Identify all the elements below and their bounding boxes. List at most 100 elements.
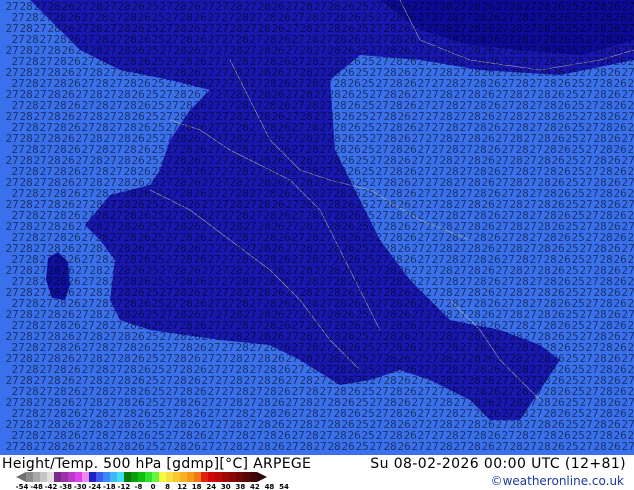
legend-arrow-right [257,472,267,482]
legend-swatch [138,472,145,482]
map-footer: Height/Temp. 500 hPa [gdmp][°C] ARPEGE S… [0,455,634,490]
field-label: 28 [467,440,480,453]
legend-tick: 24 [206,483,217,490]
field-label: 27 [425,440,438,453]
field-label: 27 [159,440,172,453]
legend-swatch [215,472,222,482]
field-label: 27 [215,440,228,453]
legend-swatch [187,472,194,482]
legend-tick: -8 [134,483,143,490]
legend-tick: -48 [30,483,43,490]
field-label: 28 [537,440,550,453]
legend-tick: 42 [250,483,260,490]
temperature-map[interactable]: 27 28 27 28 26 27 28 27 28 26 25 27 28 26 27 27 28 27 28 26… [0,0,634,455]
field-label: 27 [313,440,326,453]
field-label: 27 [523,440,536,453]
field-label: 28 [47,440,60,453]
field-label: 28 [257,440,270,453]
legend-tick: 38 [235,483,246,490]
weather-map-view: 27 28 27 28 26 27 28 27 28 26 25 27 28 26 27 27 28 27 28 26… [0,0,634,490]
legend-tick: 54 [279,483,289,490]
field-label: 26 [481,440,494,453]
legend-swatch [75,472,82,482]
field-label: 28 [19,440,32,453]
field-label: 27 [621,440,634,453]
legend-swatch [131,472,138,482]
legend-swatch [124,472,131,482]
field-label: 27 [285,440,298,453]
field-label: 27 [5,440,18,453]
field-label: 25 [145,440,158,453]
legend-ticks: -54 -48 -42 -38 -30 -24 -18 -12 -8 0 8 12 18 24 30 38 42… [16,483,302,490]
field-label: 28 [383,440,396,453]
field-label: 26 [271,440,284,453]
legend-tick: -18 [103,483,116,490]
legend-tick: 30 [220,483,231,490]
field-value-labels: 27 28 27 28 26 27 28 27 28 26 25 27 28 26 27 27 28 27 28 26… [5,0,634,453]
legend-swatch [201,472,208,482]
legend-tick: -54 [15,483,29,490]
field-label: 27 [103,440,116,453]
field-label: 27 [75,440,88,453]
legend-swatch [145,472,152,482]
legend-swatch [166,472,173,482]
legend-tick: 48 [264,483,275,490]
field-label: 28 [229,440,242,453]
legend-swatch [26,472,33,482]
legend-swatch [250,472,257,482]
legend-tick: 0 [150,483,156,490]
field-label: 26 [397,440,410,453]
map-title: Height/Temp. 500 hPa [gdmp][°C] ARPEGE [2,456,312,472]
legend-tick: -38 [59,483,72,490]
field-label: 28 [509,440,522,453]
field-label: 27 [495,440,508,453]
field-label: 27 [243,440,256,453]
field-label: 28 [173,440,186,453]
legend-swatch [222,472,229,482]
field-label: 27 [33,440,46,453]
field-label: 27 [579,440,592,453]
field-label: 26 [607,440,620,453]
field-label: 28 [117,440,130,453]
legend-swatch [117,472,124,482]
legend-swatch [103,472,110,482]
field-label: 28 [89,440,102,453]
field-label: 28 [439,440,452,453]
legend-tick: -12 [117,483,131,490]
color-legend [16,472,267,482]
legend-swatch [180,472,187,482]
valid-time: Su 08-02-2026 00:00 UTC (12+81) [370,456,626,472]
legend-swatch [89,472,96,482]
legend-swatch [68,472,75,482]
field-label: 28 [299,440,312,453]
field-label: 28 [327,440,340,453]
legend-tick: -30 [73,483,87,490]
field-label: 26 [551,440,564,453]
legend-swatch [243,472,250,482]
legend-tick: 12 [177,483,187,490]
field-label: 27 [411,440,424,453]
field-label: 28 [593,440,606,453]
legend-swatch [61,472,68,482]
field-label: 25 [565,440,578,453]
legend-swatch [54,472,61,482]
legend-swatch [208,472,215,482]
legend-swatch [194,472,201,482]
field-label: 26 [341,440,354,453]
field-label: 27 [201,440,214,453]
legend-swatch [82,472,89,482]
field-label: 27 [369,440,382,453]
legend-swatch [110,472,117,482]
legend-swatch [47,472,54,482]
field-label: 26 [187,440,200,453]
credit-link[interactable]: ©weatheronline.co.uk [491,474,624,488]
legend-swatch [96,472,103,482]
legend-swatch [159,472,166,482]
legend-tick: 18 [191,483,202,490]
legend-tick: 8 [165,483,170,490]
legend-swatch [40,472,47,482]
field-label: 26 [61,440,74,453]
legend-swatch [33,472,40,482]
legend-swatch [173,472,180,482]
field-label: 26 [131,440,144,453]
